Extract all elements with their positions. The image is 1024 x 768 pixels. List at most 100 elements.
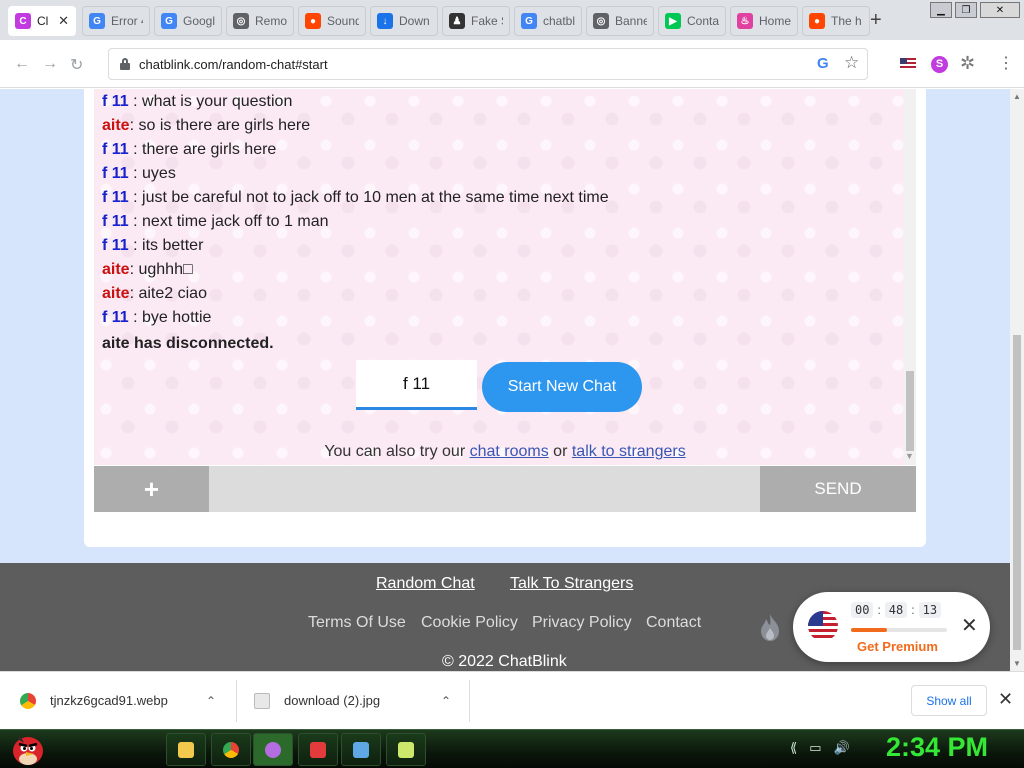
message-text: bye hottie (142, 309, 212, 326)
fire-icon[interactable] (757, 613, 783, 643)
copyright-text: © 2022 ChatBlink (442, 653, 567, 670)
message-sender: f 11 (102, 189, 129, 206)
taskbar-window-button[interactable] (341, 733, 381, 766)
browser-tab[interactable]: ◎ Banne (586, 6, 654, 36)
downloads-close-icon[interactable]: ✕ (998, 689, 1013, 710)
send-button[interactable]: SEND (760, 466, 916, 512)
extension-s-icon[interactable]: S (931, 56, 948, 73)
minimize-button[interactable]: ▁ (930, 2, 952, 18)
google-icon[interactable]: G (817, 55, 829, 72)
chat-scrollbar[interactable]: ▼ (904, 89, 916, 465)
page-scroll-up-icon[interactable]: ▲ (1013, 92, 1021, 101)
message-sender: aite (102, 261, 130, 278)
browser-tab[interactable]: G Error 4 (82, 6, 150, 36)
also-try-prefix: You can also try our (324, 443, 470, 460)
download-item[interactable]: download (2).jpg (254, 672, 380, 729)
browser-tab[interactable]: ◎ Remo (226, 6, 294, 36)
footer-terms-link[interactable]: Terms Of Use (308, 614, 406, 632)
footer-privacy-link[interactable]: Privacy Policy (532, 614, 632, 632)
chat-card: f 11 : what is your question aite: so is … (84, 89, 926, 547)
browser-tab[interactable]: Gchatbl (514, 6, 582, 36)
extensions-puzzle-icon[interactable]: ✲ (960, 53, 975, 74)
chat-message: f 11 : what is your question (102, 93, 292, 111)
message-separator: : (128, 141, 143, 158)
maximize-button[interactable]: ❐ (955, 2, 977, 18)
show-all-button[interactable]: Show all (911, 685, 987, 716)
timer-progress-fill (851, 628, 888, 632)
get-premium-link[interactable]: Get Premium (857, 639, 938, 654)
window-close-button[interactable]: ✕ (980, 2, 1020, 18)
browser-tab[interactable]: G Googl (154, 6, 222, 36)
browser-tab[interactable]: ▶ Conta (658, 6, 726, 36)
tab-favicon-icon: ◎ (593, 13, 609, 29)
page-scrollbar[interactable]: ▲ ▼ (1010, 89, 1024, 671)
message-text: what is your question (142, 93, 293, 110)
browser-tab[interactable]: ● The h (802, 6, 870, 36)
message-text: next time jack off to 1 man (142, 213, 329, 230)
download-chevron-icon[interactable]: ⌃ (441, 694, 451, 708)
talk-to-strangers-link[interactable]: talk to strangers (572, 443, 686, 460)
footer-talk-to-strangers-link[interactable]: Talk To Strangers (510, 575, 633, 593)
forward-button[interactable]: → (42, 55, 58, 73)
app-icon (265, 741, 281, 758)
back-button[interactable]: ← (14, 55, 30, 73)
browser-toolbar: ← → ↻ chatblink.com/random-chat#start G … (0, 40, 1024, 88)
tab-favicon-icon: ◎ (233, 13, 249, 29)
browser-tab[interactable]: C Cl ✕ (8, 6, 76, 36)
name-field[interactable]: f 11 (356, 360, 477, 410)
new-tab-button[interactable]: + (870, 9, 882, 32)
taskbar-files-button[interactable] (386, 733, 426, 766)
download-item[interactable]: tjnzkz6gcad91.webp (20, 672, 168, 729)
window-icon (353, 741, 369, 758)
tab-title: Home (759, 14, 791, 28)
browser-tab[interactable]: ♨ Home (730, 6, 798, 36)
chrome-icon (223, 741, 239, 758)
page-scroll-down-icon[interactable]: ▼ (1013, 659, 1021, 668)
tab-title: Banne (615, 14, 647, 28)
browser-menu-icon[interactable]: ⋮ (998, 53, 1014, 73)
message-sender: f 11 (102, 165, 129, 182)
tab-favicon-icon: ▶ (665, 13, 681, 29)
premium-promo[interactable]: 00 : 48 : 13 Get Premium ✕ (793, 592, 990, 662)
page-scroll-thumb[interactable] (1013, 335, 1021, 650)
taskbar-media-button[interactable] (298, 733, 338, 766)
chat-message: aite: ughhh□ (102, 261, 193, 279)
chat-rooms-link[interactable]: chat rooms (470, 443, 549, 460)
taskbar-explorer-button[interactable] (166, 733, 206, 766)
tray-expand-icon[interactable]: ⟪ (790, 740, 797, 756)
message-separator: : (128, 213, 143, 230)
start-new-chat-button[interactable]: Start New Chat (482, 362, 642, 412)
tab-title: Googl (183, 14, 215, 28)
chat-scroll-down-icon[interactable]: ▼ (905, 451, 914, 461)
address-bar[interactable]: chatblink.com/random-chat#start G ☆ (108, 48, 868, 80)
tab-close-icon[interactable]: ✕ (55, 13, 69, 29)
footer-contact-link[interactable]: Contact (646, 614, 701, 632)
chat-message: aite: so is there are girls here (102, 117, 310, 135)
bookmark-star-icon[interactable]: ☆ (844, 53, 859, 73)
promo-close-icon[interactable]: ✕ (961, 613, 978, 638)
attach-plus-button[interactable]: + (94, 466, 209, 512)
volume-icon[interactable]: 🔊 (834, 740, 850, 756)
footer-cookie-link[interactable]: Cookie Policy (421, 614, 518, 632)
url-text[interactable]: chatblink.com/random-chat#start (139, 57, 328, 72)
chat-message: f 11 : bye hottie (102, 309, 211, 327)
message-text: uyes (142, 165, 176, 182)
tab-title: Cl (37, 14, 49, 28)
footer-random-chat-link[interactable]: Random Chat (376, 575, 475, 593)
download-chevron-icon[interactable]: ⌃ (206, 694, 216, 708)
browser-tab[interactable]: ♟ Fake S (442, 6, 510, 36)
message-input[interactable] (209, 466, 760, 512)
us-flag-extension-icon[interactable] (900, 58, 916, 70)
disconnect-message: aite has disconnected. (102, 335, 274, 352)
taskbar-clock[interactable]: 2:34 PM (886, 732, 988, 763)
browser-tab[interactable]: ● Sound (298, 6, 366, 36)
chat-scroll-thumb[interactable] (906, 371, 914, 451)
tab-title: Error 4 (111, 14, 143, 28)
taskbar-app-button[interactable] (253, 733, 293, 766)
browser-tab[interactable]: ↓ Down (370, 6, 438, 36)
network-icon[interactable]: ▭ (809, 740, 821, 756)
reload-button[interactable]: ↻ (70, 55, 83, 75)
angry-bird-start-icon[interactable] (8, 731, 48, 767)
taskbar-chrome-button[interactable] (211, 733, 251, 766)
countdown-timer: 00 : 48 : 13 (851, 602, 942, 618)
